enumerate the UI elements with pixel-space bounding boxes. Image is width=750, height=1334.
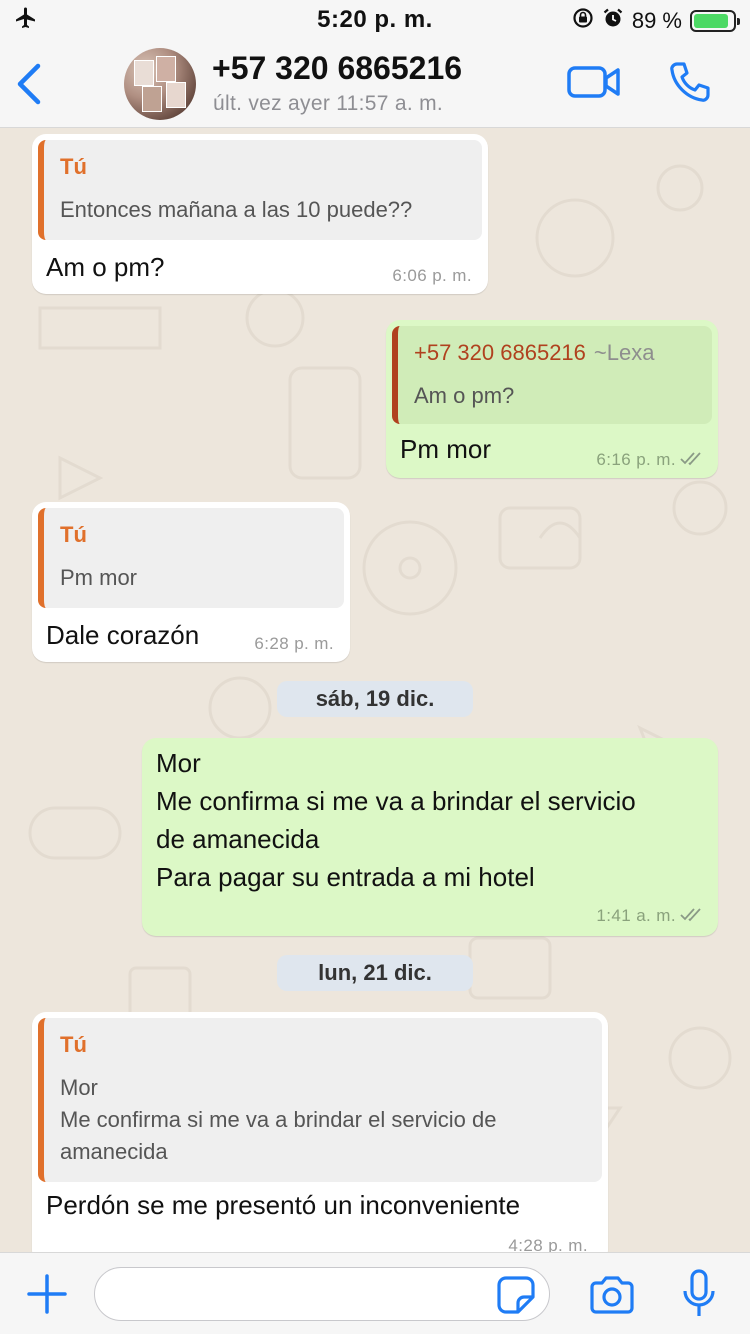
read-ticks-icon [680, 907, 706, 927]
status-right: 89 % [572, 7, 740, 35]
quote-text: Am o pm? [414, 383, 515, 408]
chat-area[interactable]: Tú Entonces mañana a las 10 puede?? Am o… [0, 128, 750, 1252]
date-separator: lun, 21 dic. [277, 955, 473, 991]
message-bubble-outgoing[interactable]: +57 320 6865216 ~Lexa Am o pm? Pm mor 6:1… [386, 320, 718, 478]
message-bubble-incoming[interactable]: Tú Mor Me confirma si me va a brindar el… [32, 1012, 608, 1252]
alarm-icon [602, 7, 624, 35]
status-bar: 5:20 p. m. 89 % [0, 0, 750, 40]
reply-quote[interactable]: Tú Pm mor [38, 508, 344, 608]
message-time: 6:16 p. m. [596, 450, 676, 469]
message-input[interactable] [94, 1267, 550, 1321]
contact-name[interactable]: +57 320 6865216 [212, 50, 462, 87]
reply-quote[interactable]: Tú Mor Me confirma si me va a brindar el… [38, 1018, 602, 1182]
message-text: Am o pm? [46, 252, 165, 282]
sticker-icon[interactable] [496, 1275, 536, 1320]
quote-text: Pm mor [60, 565, 137, 590]
date-separator: sáb, 19 dic. [277, 681, 473, 717]
input-bar [0, 1252, 750, 1334]
plus-icon[interactable] [26, 1273, 68, 1320]
message-text: Mor Me confirma si me va a brindar el se… [156, 748, 636, 892]
microphone-icon[interactable] [682, 1269, 716, 1324]
quote-text: Mor Me confirma si me va a brindar el se… [60, 1075, 497, 1164]
last-seen: últ. vez ayer 11:57 a. m. [213, 92, 444, 115]
quote-text: Entonces mañana a las 10 puede?? [60, 197, 413, 222]
quote-author: Tú [60, 522, 87, 547]
quote-author: Tú [60, 154, 87, 179]
message-text: Dale corazón [46, 620, 200, 650]
message-time: 1:41 a. m. [596, 906, 676, 925]
battery-charging-icon [690, 10, 740, 32]
read-ticks-icon [680, 451, 706, 471]
back-chevron-icon[interactable] [14, 62, 44, 111]
camera-icon[interactable] [588, 1275, 636, 1320]
avatar[interactable] [124, 48, 196, 120]
message-bubble-outgoing[interactable]: Mor Me confirma si me va a brindar el se… [142, 738, 718, 936]
message-bubble-incoming[interactable]: Tú Entonces mañana a las 10 puede?? Am o… [32, 134, 488, 294]
quote-author-alias: ~Lexa [593, 340, 655, 365]
phone-icon[interactable] [668, 60, 712, 109]
quote-author: Tú [60, 1032, 87, 1057]
reply-quote[interactable]: +57 320 6865216 ~Lexa Am o pm? [392, 326, 712, 424]
rotation-lock-icon [572, 7, 594, 35]
video-call-icon[interactable] [566, 62, 622, 107]
message-text: Perdón se me presentó un inconveniente [46, 1190, 521, 1220]
message-time: 6:28 p. m. [254, 634, 334, 653]
message-time: 4:28 p. m. [508, 1236, 588, 1252]
quote-author: +57 320 6865216 ~Lexa [414, 340, 654, 366]
message-time-row: 6:16 p. m. [596, 450, 706, 471]
message-bubble-incoming[interactable]: Tú Pm mor Dale corazón 6:28 p. m. [32, 502, 350, 662]
reply-quote[interactable]: Tú Entonces mañana a las 10 puede?? [38, 140, 482, 240]
chat-header: +57 320 6865216 últ. vez ayer 11:57 a. m… [0, 40, 750, 128]
battery-percent: 89 % [631, 8, 682, 33]
message-time: 6:06 p. m. [392, 266, 472, 285]
message-time-row: 1:41 a. m. [596, 906, 706, 927]
quote-author-number: +57 320 6865216 [414, 340, 586, 365]
message-text: Pm mor [400, 434, 491, 464]
